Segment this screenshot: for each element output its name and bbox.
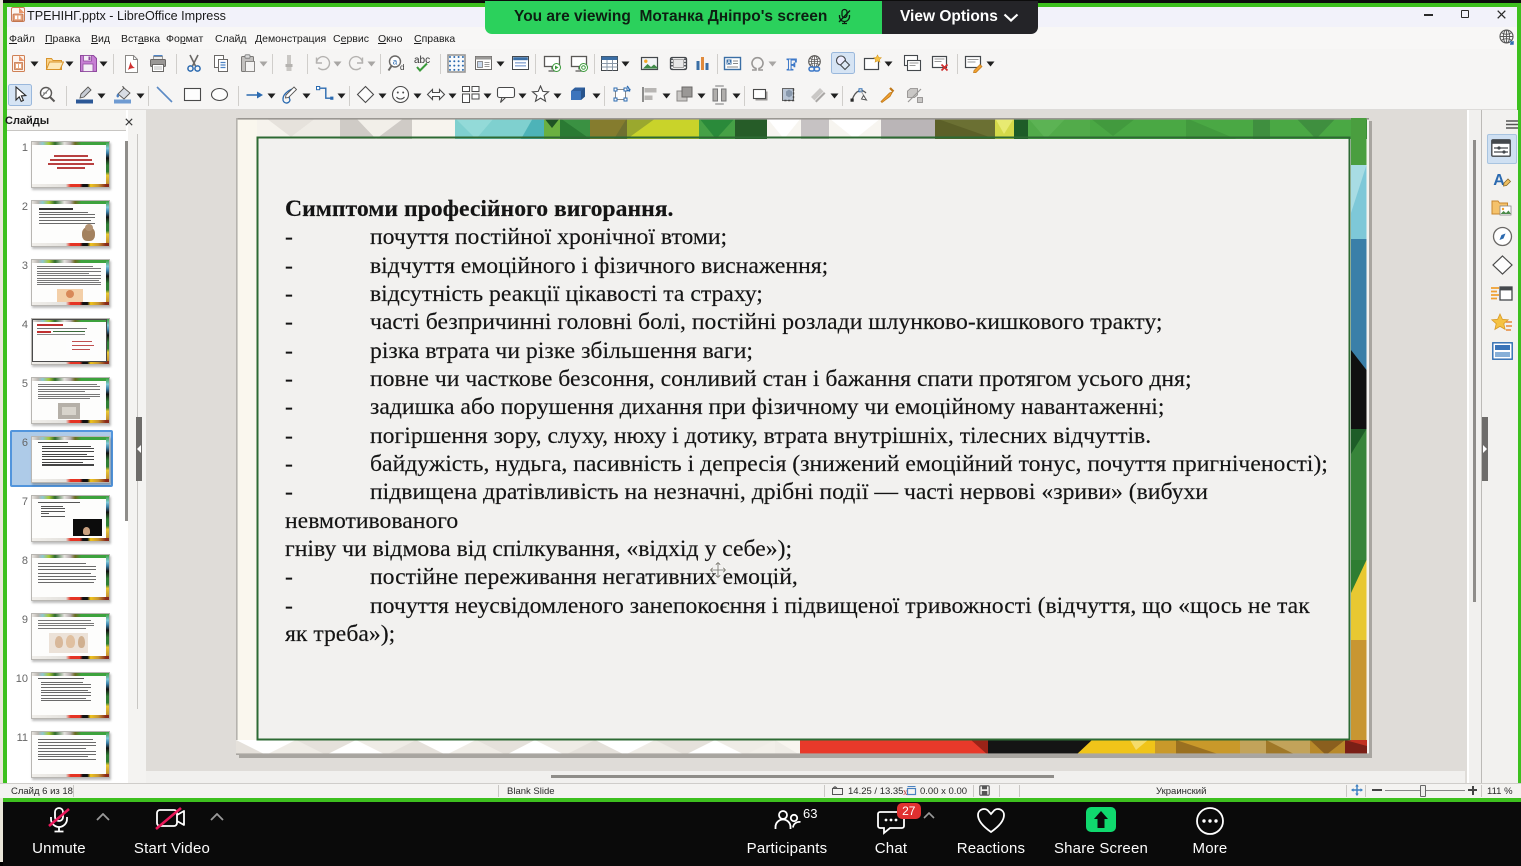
svg-text:A: A	[727, 60, 731, 66]
svg-text:abc: abc	[414, 55, 430, 66]
svg-text:A: A	[1493, 172, 1505, 189]
svg-text:F: F	[787, 55, 797, 73]
svg-text:d: d	[400, 63, 404, 72]
svg-text:a: a	[393, 58, 398, 67]
